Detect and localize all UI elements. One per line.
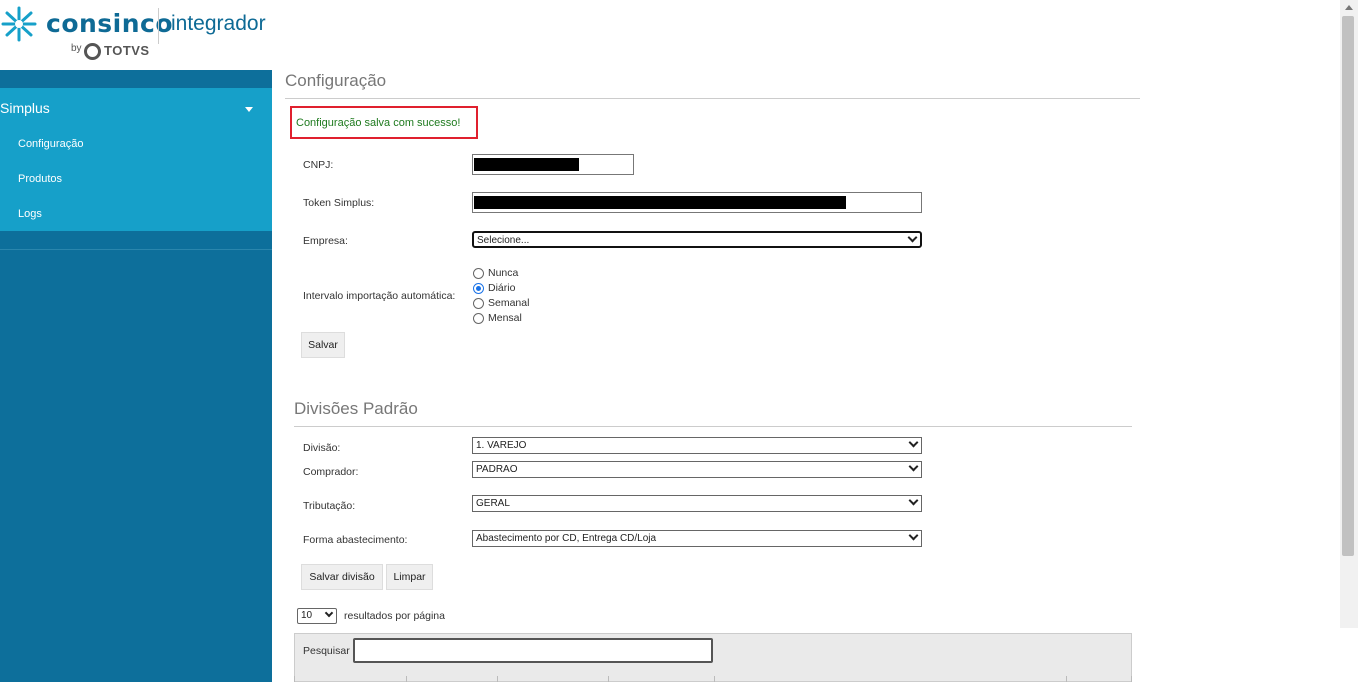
page-size-suffix: resultados por página — [344, 610, 445, 622]
empresa-select[interactable]: Selecione... — [472, 231, 922, 248]
page-size-value: 10 — [301, 610, 313, 621]
title-divider — [285, 98, 1140, 99]
table-column-divider — [497, 676, 498, 682]
cnpj-field[interactable] — [472, 154, 634, 175]
save-division-button[interactable]: Salvar divisão — [301, 564, 383, 590]
divisao-select[interactable]: 1. VAREJO — [472, 437, 922, 454]
token-field[interactable] — [472, 192, 922, 213]
cnpj-label: CNPJ: — [303, 159, 334, 171]
radio-diario[interactable] — [473, 283, 484, 294]
table-column-divider — [406, 676, 407, 682]
sidebar-group-header[interactable]: Simplus — [0, 96, 272, 120]
save-button[interactable]: Salvar — [301, 332, 345, 358]
scroll-up-icon[interactable] — [1345, 5, 1353, 10]
interval-label: Intervalo importação automática: — [303, 290, 456, 302]
consinco-star-icon — [1, 6, 37, 42]
radio-semanal-label[interactable]: Semanal — [488, 297, 529, 309]
sidebar-item-configuracao[interactable]: Configuração — [18, 138, 83, 150]
app-logo: consinco by TOTVS integrador — [0, 0, 272, 70]
scrollbar-thumb[interactable] — [1342, 16, 1354, 556]
sidebar-group-simplus: Simplus Configuração Produtos Logs — [0, 88, 272, 231]
totvs-icon — [84, 43, 101, 60]
sidebar-item-produtos[interactable]: Produtos — [18, 173, 62, 185]
sidebar-divider — [0, 249, 272, 250]
brand-name: consinco — [46, 9, 174, 38]
empresa-select-value: Selecione... — [477, 235, 530, 246]
radio-semanal[interactable] — [473, 298, 484, 309]
token-label: Token Simplus: — [303, 197, 375, 209]
forma-select-value: Abastecimento por CD, Entrega CD/Loja — [476, 533, 657, 544]
sidebar-item-logs[interactable]: Logs — [18, 208, 42, 220]
table-column-divider — [714, 676, 715, 682]
divisao-select-value: 1. VAREJO — [476, 440, 527, 451]
sidebar-group-label: Simplus — [0, 100, 50, 116]
radio-mensal[interactable] — [473, 313, 484, 324]
page-title: Configuração — [285, 71, 387, 90]
chevron-down-icon — [908, 461, 919, 472]
radio-diario-label[interactable]: Diário — [488, 282, 515, 294]
radio-nunca-label[interactable]: Nunca — [488, 267, 518, 279]
chevron-down-icon — [907, 232, 918, 243]
chevron-down-icon — [908, 437, 919, 448]
tributacao-label: Tributação: — [303, 500, 356, 512]
sidebar: Simplus Configuração Produtos Logs — [0, 70, 272, 682]
empresa-label: Empresa: — [303, 235, 348, 247]
success-alert: Configuração salva com sucesso! — [290, 106, 478, 139]
table-column-divider — [1131, 676, 1132, 682]
chevron-down-icon — [908, 530, 919, 541]
chevron-down-icon — [908, 495, 919, 506]
clear-button[interactable]: Limpar — [386, 564, 433, 590]
divisao-label: Divisão: — [303, 442, 341, 454]
search-input[interactable] — [353, 638, 713, 663]
comprador-select-value: PADRAO — [476, 464, 518, 475]
table-column-divider — [608, 676, 609, 682]
comprador-label: Comprador: — [303, 466, 359, 478]
chevron-down-icon — [245, 107, 253, 112]
tributacao-select-value: GERAL — [476, 498, 510, 509]
radio-mensal-label[interactable]: Mensal — [488, 312, 522, 324]
brand-partner: TOTVS — [104, 43, 150, 58]
logo-divider — [158, 8, 159, 44]
forma-label: Forma abastecimento: — [303, 534, 408, 546]
redacted-value — [474, 196, 846, 209]
divisoes-title: Divisões Padrão — [294, 399, 418, 418]
redacted-value — [474, 158, 579, 171]
product-name: integrador — [171, 12, 266, 35]
table-column-divider — [1066, 676, 1067, 682]
success-message: Configuração salva com sucesso! — [296, 117, 461, 129]
radio-nunca[interactable] — [473, 268, 484, 279]
brand-by: by — [71, 43, 82, 54]
table-column-divider — [294, 676, 295, 682]
chevron-down-icon — [324, 608, 334, 618]
tributacao-select[interactable]: GERAL — [472, 495, 922, 512]
comprador-select[interactable]: PADRAO — [472, 461, 922, 478]
search-label: Pesquisar — [303, 645, 350, 657]
divisoes-divider — [294, 426, 1132, 427]
forma-select[interactable]: Abastecimento por CD, Entrega CD/Loja — [472, 530, 922, 547]
page-size-select[interactable]: 10 — [297, 608, 337, 624]
